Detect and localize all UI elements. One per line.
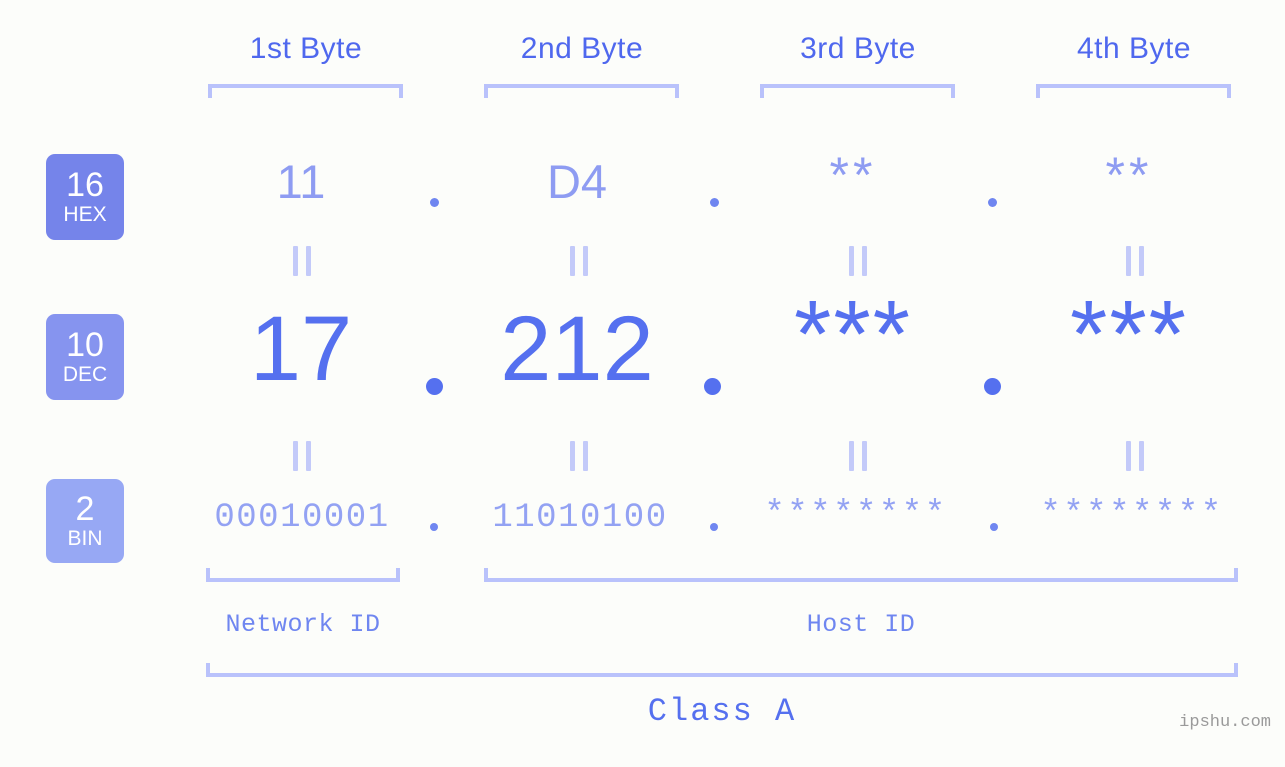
base-badge-dec-number: 10 <box>66 326 104 364</box>
network-id-bracket <box>206 568 400 582</box>
byte-bracket-2 <box>484 84 679 98</box>
byte-bracket-3 <box>760 84 955 98</box>
byte-header-2: 2nd Byte <box>520 32 644 65</box>
equivalence-connector-hex-dec-4 <box>1126 246 1144 276</box>
hex-separator-dot-1 <box>430 198 439 207</box>
equivalence-connector-dec-bin-3 <box>849 441 867 471</box>
dec-separator-dot-2 <box>704 378 721 395</box>
host-id-label: Host ID <box>806 610 916 639</box>
bin-byte-4: ******** <box>1040 496 1224 534</box>
byte-header-1: 1st Byte <box>249 32 363 65</box>
site-watermark: ipshu.com <box>1179 713 1271 732</box>
bin-separator-dot-3 <box>990 523 998 531</box>
dec-byte-4: *** <box>1069 281 1189 388</box>
base-badge-bin: 2 BIN <box>46 479 124 563</box>
network-id-label: Network ID <box>225 610 381 639</box>
class-bracket <box>206 663 1238 677</box>
base-badge-dec: 10 DEC <box>46 314 124 400</box>
bin-separator-dot-1 <box>430 523 438 531</box>
hex-byte-2: D4 <box>546 155 608 208</box>
hex-byte-3: ** <box>829 147 877 203</box>
bin-separator-dot-2 <box>710 523 718 531</box>
ip-address-breakdown-diagram: 1st Byte 2nd Byte 3rd Byte 4th Byte 16 H… <box>0 0 1285 767</box>
byte-bracket-1 <box>208 84 403 98</box>
equivalence-connector-dec-bin-1 <box>293 441 311 471</box>
base-badge-hex: 16 HEX <box>46 154 124 240</box>
dec-byte-1: 17 <box>249 298 353 400</box>
hex-byte-4: ** <box>1105 147 1153 203</box>
host-id-bracket <box>484 568 1238 582</box>
hex-separator-dot-3 <box>988 198 997 207</box>
equivalence-connector-hex-dec-3 <box>849 246 867 276</box>
bin-byte-1: 00010001 <box>214 499 390 537</box>
base-badge-bin-label: BIN <box>67 527 103 550</box>
equivalence-connector-hex-dec-2 <box>570 246 588 276</box>
byte-header-4: 4th Byte <box>1076 32 1192 65</box>
equivalence-connector-dec-bin-2 <box>570 441 588 471</box>
equivalence-connector-dec-bin-4 <box>1126 441 1144 471</box>
dec-byte-3: *** <box>793 281 913 388</box>
hex-separator-dot-2 <box>710 198 719 207</box>
base-badge-hex-label: HEX <box>63 203 107 226</box>
dec-byte-2: 212 <box>500 298 654 400</box>
byte-bracket-4 <box>1036 84 1231 98</box>
base-badge-dec-label: DEC <box>62 363 108 386</box>
bin-byte-2: 11010100 <box>492 499 668 537</box>
equivalence-connector-hex-dec-1 <box>293 246 311 276</box>
dec-separator-dot-3 <box>984 378 1001 395</box>
bin-byte-3: ******** <box>764 496 948 534</box>
base-badge-bin-number: 2 <box>75 490 95 528</box>
byte-header-3: 3rd Byte <box>800 32 916 65</box>
class-label: Class A <box>647 693 797 730</box>
dec-separator-dot-1 <box>426 378 443 395</box>
base-badge-hex-number: 16 <box>66 166 104 204</box>
hex-byte-1: 11 <box>276 155 326 208</box>
